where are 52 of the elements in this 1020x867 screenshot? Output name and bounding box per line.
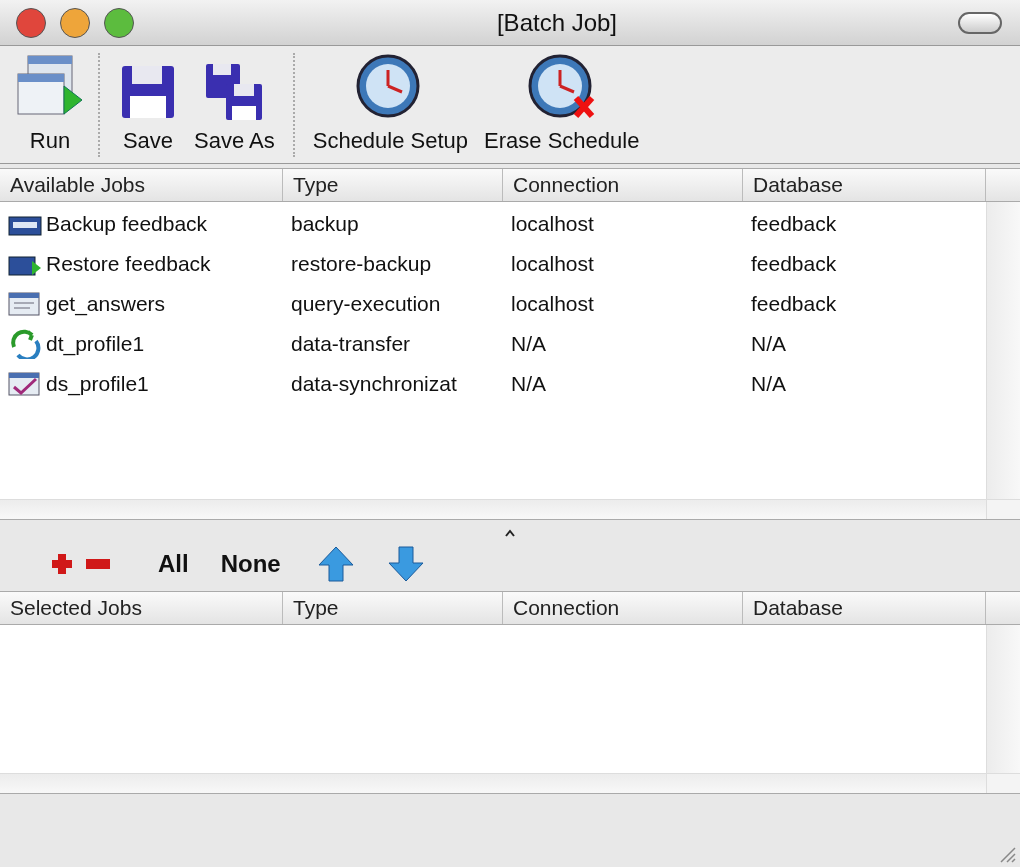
horizontal-scrollbar[interactable] <box>0 499 986 519</box>
splitter-handle-icon[interactable] <box>504 529 516 537</box>
toolbar-toggle-button[interactable] <box>958 11 1002 34</box>
column-header[interactable]: Type <box>283 592 503 624</box>
minimize-button[interactable] <box>60 7 90 38</box>
arrow-up-icon[interactable] <box>316 545 355 583</box>
column-header[interactable]: Database <box>743 592 986 624</box>
table-cell-text: Backup feedback <box>46 211 208 238</box>
column-header[interactable]: Connection <box>503 592 743 624</box>
horizontal-scrollbar[interactable] <box>0 773 986 793</box>
document-icon <box>8 289 42 319</box>
sync-arrows-icon <box>8 329 42 359</box>
table-cell-text: localhost <box>511 291 594 318</box>
table-cell-text: feedback <box>751 251 837 278</box>
close-button[interactable] <box>16 7 46 38</box>
document-check-icon <box>8 369 42 399</box>
vertical-scrollbar[interactable] <box>986 625 1020 773</box>
toolbar-button[interactable]: Erase Schedule <box>476 52 648 157</box>
toolbar-button[interactable]: Save <box>110 62 186 157</box>
zoom-button[interactable] <box>104 7 134 38</box>
column-header[interactable]: Connection <box>503 169 743 201</box>
column-header[interactable]: Database <box>743 169 986 201</box>
select-none-button[interactable]: None <box>220 546 281 582</box>
add-icon[interactable] <box>50 552 74 576</box>
table-cell-text: query-execution <box>291 291 441 318</box>
table-cell-text: N/A <box>511 371 546 398</box>
table-cell-text: restore-backup <box>291 251 432 278</box>
select-all-button[interactable]: All <box>158 546 189 582</box>
column-header[interactable]: Available Jobs <box>0 169 283 201</box>
arrow-down-icon[interactable] <box>386 545 425 583</box>
table-cell-text: ds_profile1 <box>46 371 149 398</box>
toolbar-button[interactable]: Schedule Setup <box>304 52 477 157</box>
table-cell-text: data-transfer <box>291 331 411 358</box>
table-cell-text: Restore feedback <box>46 251 211 278</box>
table-cell-text: localhost <box>511 251 594 278</box>
floppy-disks-icon <box>204 62 265 122</box>
vertical-scrollbar[interactable] <box>986 202 1020 499</box>
table-cell-text: get_answers <box>46 291 166 318</box>
table-cell-text: N/A <box>751 331 786 358</box>
table-cell-text: data-synchronizat <box>291 371 457 398</box>
table-cell-text: localhost <box>511 211 594 238</box>
table-cell-text: backup <box>291 211 359 238</box>
column-header[interactable]: Selected Jobs <box>0 592 283 624</box>
table-cell-text: feedback <box>751 291 837 318</box>
column-header[interactable]: Type <box>283 169 503 201</box>
table-cell-text: dt_profile1 <box>46 331 145 358</box>
table-cell-text: N/A <box>751 371 786 398</box>
toolbar-button[interactable]: Save As <box>186 62 283 157</box>
window-title: [Batch Job] <box>495 7 619 38</box>
toolbar-button[interactable]: Run <box>12 52 88 157</box>
table-cell-text: N/A <box>511 331 546 358</box>
table-cell-text: feedback <box>751 211 837 238</box>
